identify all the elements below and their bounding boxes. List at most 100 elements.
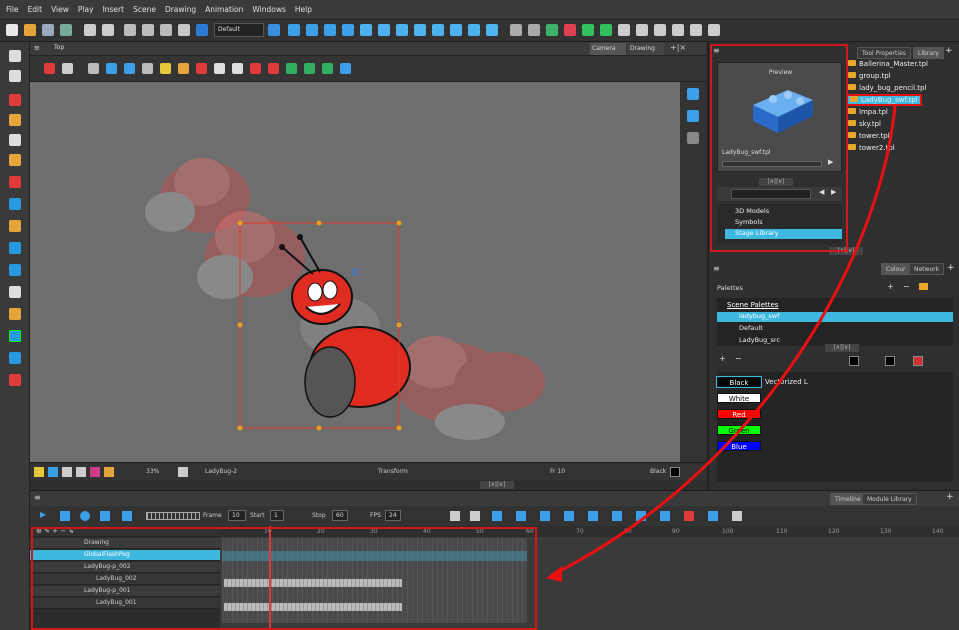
frame-ruler[interactable]: 10 20 30 40 50 60 70 80 90 100 110 120 1… [220, 526, 959, 537]
morph-tool-icon[interactable] [9, 374, 21, 386]
colour-swatch-black[interactable]: Black [716, 376, 762, 388]
add-colour-tab-icon[interactable]: + [947, 263, 955, 273]
select-tool-icon[interactable] [9, 50, 21, 62]
redo-icon[interactable] [102, 24, 114, 36]
layer-toolbar-icons[interactable]: ⊕ ✎ + − ↳ [36, 527, 74, 535]
save-icon[interactable] [42, 24, 54, 36]
colour-splitter-icon[interactable]: |∧||∨| [825, 344, 859, 352]
align-icon[interactable] [304, 63, 315, 74]
pivot-tool-icon[interactable] [9, 242, 21, 254]
start-field[interactable]: 1 [270, 510, 284, 521]
menu-play[interactable]: Play [78, 5, 94, 14]
tab-top[interactable]: Top [54, 44, 64, 51]
stop-field[interactable]: 60 [332, 510, 348, 521]
gear-icon[interactable] [654, 24, 666, 36]
open-icon[interactable] [24, 24, 36, 36]
remove-keyframe-icon[interactable] [516, 511, 526, 521]
menu-help[interactable]: Help [295, 5, 312, 14]
lock-icon[interactable] [546, 24, 558, 36]
underlay-icon[interactable] [124, 63, 135, 74]
lock-icon[interactable] [160, 63, 171, 74]
loop-icon[interactable] [80, 511, 90, 521]
brush-tool-icon[interactable] [9, 94, 21, 106]
colour-swatch-green[interactable]: Green [717, 425, 761, 435]
reset-view-icon[interactable] [178, 467, 188, 477]
flip-h-icon[interactable] [250, 63, 261, 74]
distribute-icon[interactable] [322, 63, 333, 74]
camera-view[interactable] [30, 82, 680, 462]
fps-field[interactable]: 24 [385, 510, 401, 521]
paint-bucket-icon[interactable] [178, 63, 189, 74]
rotate-icon[interactable] [286, 63, 297, 74]
menu-animation[interactable]: Animation [205, 5, 243, 14]
bezier-icon[interactable] [684, 511, 694, 521]
motion-icon[interactable] [600, 24, 612, 36]
menu-scene[interactable]: Scene [133, 5, 156, 14]
drawing-icon[interactable] [360, 24, 372, 36]
add-tab-icon[interactable]: + [945, 46, 953, 56]
ladybug-character[interactable] [279, 234, 411, 418]
playback-speed-slider[interactable] [146, 512, 200, 520]
line-icon[interactable] [214, 63, 225, 74]
grid-toggle-icon[interactable] [88, 63, 99, 74]
snap-icon[interactable] [340, 63, 351, 74]
play-preview-icon[interactable]: ▶ [828, 158, 833, 166]
pin-icon[interactable] [48, 467, 58, 477]
layer-row[interactable]: LadyBug-p_001 [30, 586, 220, 597]
export-icon[interactable] [690, 24, 702, 36]
tab-camera[interactable]: Camera [590, 43, 626, 55]
shift-trace-icon[interactable] [342, 24, 354, 36]
align-icon[interactable] [528, 24, 540, 36]
dropper-tool-icon[interactable] [9, 220, 21, 232]
palette-folder-icon[interactable] [919, 283, 928, 290]
panel-splitter[interactable]: |∧||∨| [30, 480, 706, 490]
palette-item[interactable]: Default [739, 324, 763, 332]
script-icon[interactable] [708, 24, 720, 36]
pencil-tool-icon[interactable] [9, 114, 21, 126]
grid-view-icon[interactable] [708, 511, 718, 521]
paste-icon[interactable] [160, 24, 172, 36]
library-item[interactable]: lady_bug_pencil.tpl [848, 84, 926, 92]
camera-key-icon[interactable] [450, 511, 460, 521]
play-icon[interactable]: ▶ [40, 510, 46, 519]
layer-row[interactable]: LadyBug_002 [30, 574, 220, 585]
library-item-selected[interactable]: LadyBug_swf.tpl [846, 94, 922, 106]
onion-skin-icon[interactable] [306, 24, 318, 36]
library-splitter-icon[interactable]: |∧||∨| [829, 247, 863, 255]
layer-properties-icon[interactable] [732, 511, 742, 521]
motion-keyframe-icon[interactable] [540, 511, 550, 521]
drawing-key-icon[interactable] [470, 511, 480, 521]
workspace-icon[interactable] [268, 24, 280, 36]
nav-forward-icon[interactable]: ▶ [831, 188, 836, 196]
kinematic-icon[interactable] [636, 24, 648, 36]
camera-icon[interactable] [396, 24, 408, 36]
colour-view-icon[interactable] [90, 467, 100, 477]
colour-menu-icon[interactable]: ≡ [713, 264, 720, 273]
extend-exposure-icon[interactable] [588, 511, 598, 521]
tree-item-symbols[interactable]: Symbols [735, 218, 763, 226]
brush-icon[interactable] [378, 24, 390, 36]
text-tool-icon[interactable] [9, 134, 21, 146]
top-view-icon[interactable] [687, 132, 699, 144]
tab-colour[interactable]: Colour [881, 263, 911, 275]
pencil-icon[interactable] [468, 24, 480, 36]
add-palette-icon[interactable]: + [887, 282, 894, 291]
overlay-icon[interactable] [106, 63, 117, 74]
copy-icon[interactable] [142, 24, 154, 36]
menu-view[interactable]: View [51, 5, 69, 14]
menu-drawing[interactable]: Drawing [165, 5, 196, 14]
tab-module-library[interactable]: Module Library [862, 493, 917, 505]
animate-icon[interactable] [414, 24, 426, 36]
remove-palette-icon[interactable]: − [903, 282, 910, 291]
palette-item[interactable]: LadyBug_src [739, 336, 780, 344]
tab-library[interactable]: Library [913, 47, 944, 59]
swatch-mode-icon[interactable] [849, 356, 859, 366]
new-icon[interactable] [6, 24, 18, 36]
library-item[interactable]: lmpa.tpl [848, 108, 888, 116]
line-tool-icon[interactable] [9, 198, 21, 210]
palette-item-selected[interactable]: ladybug_swf [717, 312, 953, 322]
timeline-menu-icon[interactable]: ≡ [34, 493, 41, 502]
safe-area-icon[interactable] [76, 467, 86, 477]
perspective-icon[interactable] [687, 110, 699, 122]
delete-icon[interactable] [178, 24, 190, 36]
